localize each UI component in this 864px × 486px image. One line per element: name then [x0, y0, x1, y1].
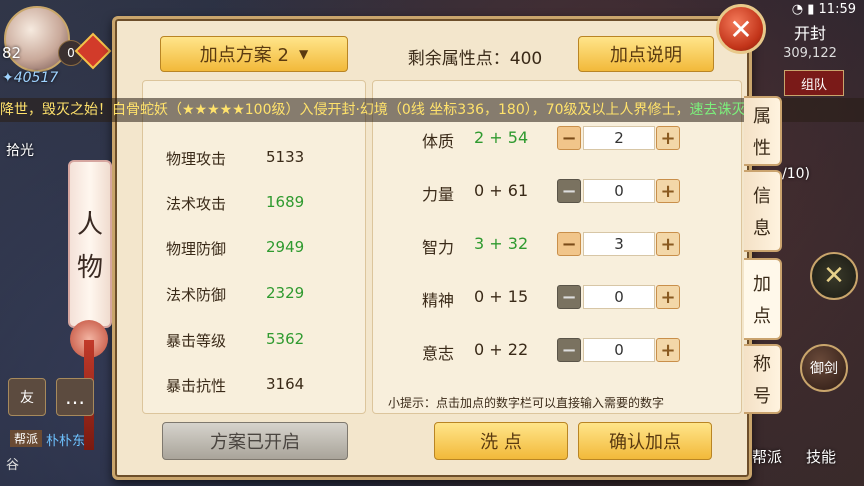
- decrease-button[interactable]: −: [557, 338, 581, 362]
- attribute-row: 意志 0 + 22 − 0 +: [380, 338, 730, 363]
- pick-label[interactable]: 拾光: [6, 140, 34, 160]
- remaining-points: 剩余属性点：400: [380, 44, 570, 69]
- points-input[interactable]: 3: [583, 232, 655, 256]
- stat-value: 2329: [266, 284, 305, 302]
- attribute-sum: 0 + 15: [474, 287, 529, 306]
- tab-char: 性: [753, 138, 771, 159]
- stat-value: 3164: [266, 375, 305, 393]
- stat-value: 2949: [266, 238, 305, 256]
- team-badge[interactable]: 组队: [784, 70, 844, 96]
- status-bar: ◔ ▮ 11:59: [792, 2, 856, 17]
- map-coords: 309,122: [783, 46, 837, 61]
- points-input[interactable]: 0: [583, 285, 655, 309]
- stat-label: 物理防御: [166, 240, 227, 258]
- stat-label: 暴击等级: [166, 332, 227, 350]
- player-avatar[interactable]: [4, 6, 70, 72]
- tab-char: 称: [753, 354, 771, 375]
- chat-icon[interactable]: …: [56, 378, 94, 416]
- quest-progress: /10): [782, 166, 810, 182]
- bottom-left-text: 谷: [6, 458, 20, 473]
- stat-row: 法术攻击 1689: [166, 193, 356, 215]
- wifi-icon: ◔ ▮: [791, 2, 819, 17]
- attribute-name: 精神: [422, 291, 455, 310]
- clock: 11:59: [818, 2, 856, 17]
- points-input[interactable]: 2: [583, 126, 655, 150]
- stat-value: 1689: [266, 193, 305, 211]
- remaining-value: 400: [509, 49, 543, 69]
- attribute-name: 体质: [422, 132, 455, 151]
- tab-char: 息: [753, 218, 771, 239]
- ticker-text: 降世，毁灭之始！白骨蛇妖（★★★★★100级）入侵开封·幻境（0线 坐标336，…: [0, 102, 690, 118]
- tab-char: 属: [753, 106, 771, 127]
- stat-label: 法术攻击: [166, 195, 227, 213]
- attribute-row: 精神 0 + 15 − 0 +: [380, 285, 730, 310]
- cross-swords-icon[interactable]: ✕: [810, 252, 858, 300]
- sword-fly-icon[interactable]: 御剑: [800, 344, 848, 392]
- tab-info[interactable]: 信 息: [744, 170, 782, 252]
- attribute-row: 力量 0 + 61 − 0 +: [380, 179, 730, 204]
- tip-text: 小提示：点击加点的数字栏可以直接输入需要的数字: [388, 396, 665, 410]
- increase-button[interactable]: +: [656, 179, 680, 203]
- attribute-name: 智力: [422, 238, 455, 257]
- tab-char: 点: [753, 306, 771, 327]
- close-icon[interactable]: ✕: [716, 4, 766, 54]
- attribute-sum: 2 + 54: [474, 128, 529, 147]
- guild-tag: 帮派: [10, 430, 43, 447]
- help-button[interactable]: 加点说明: [578, 36, 714, 72]
- decrease-button[interactable]: −: [557, 126, 581, 150]
- stat-value: 5133: [266, 148, 305, 166]
- role-tab-char: 物: [76, 253, 103, 283]
- stat-row: 暴击抗性 3164: [166, 375, 356, 397]
- tab-attributes[interactable]: 属 性: [744, 96, 782, 166]
- attribute-name: 力量: [422, 185, 455, 204]
- attribute-name: 意志: [422, 344, 455, 363]
- increase-button[interactable]: +: [656, 232, 680, 256]
- tab-char: 号: [753, 386, 771, 407]
- tab-char: 加: [753, 274, 771, 295]
- guild-button[interactable]: 帮派: [752, 446, 782, 467]
- attribute-row: 智力 3 + 32 − 3 +: [380, 232, 730, 257]
- sword-fly-label: 御剑: [810, 361, 838, 377]
- increase-button[interactable]: +: [656, 338, 680, 362]
- plan-label: 加点方案 2: [199, 45, 289, 66]
- tab-add-points[interactable]: 加 点: [744, 258, 782, 340]
- announcement-ticker: 降世，毁灭之始！白骨蛇妖（★★★★★100级）入侵开封·幻境（0线 坐标336，…: [0, 98, 864, 122]
- plan-dropdown[interactable]: 加点方案 2 ▼: [160, 36, 348, 72]
- increase-button[interactable]: +: [656, 126, 680, 150]
- decrease-button[interactable]: −: [557, 232, 581, 256]
- attribute-sum: 0 + 22: [474, 340, 529, 359]
- chevron-down-icon: ▼: [298, 47, 309, 61]
- attribute-sum: 3 + 32: [474, 234, 529, 253]
- stat-row: 法术防御 2329: [166, 284, 356, 306]
- tab-char: 信: [753, 186, 771, 207]
- wash-points-button[interactable]: 洗 点: [434, 422, 568, 460]
- player-level: 82: [2, 44, 22, 62]
- stat-value: 5362: [266, 330, 305, 348]
- role-tab-char: 人: [76, 210, 103, 240]
- confirm-points-button[interactable]: 确认加点: [578, 422, 712, 460]
- stat-label: 暴击抗性: [166, 377, 227, 395]
- points-input[interactable]: 0: [583, 179, 655, 203]
- increase-button[interactable]: +: [656, 285, 680, 309]
- decrease-button[interactable]: −: [557, 179, 581, 203]
- stat-label: 物理攻击: [166, 150, 227, 168]
- power-value: 40517: [13, 70, 59, 86]
- remaining-label: 剩余属性点：: [407, 49, 510, 69]
- friend-button[interactable]: 友: [8, 378, 46, 416]
- stat-row: 物理防御 2949: [166, 238, 356, 260]
- role-tab[interactable]: 人 物: [68, 160, 112, 328]
- city-name: 开封: [793, 24, 826, 43]
- tab-title[interactable]: 称 号: [744, 344, 782, 414]
- stat-row: 暴击等级 5362: [166, 330, 356, 352]
- points-input[interactable]: 0: [583, 338, 655, 362]
- stat-row: 物理攻击 5133: [166, 148, 356, 170]
- attribute-row: 体质 2 + 54 − 2 +: [380, 126, 730, 151]
- stat-label: 法术防御: [166, 286, 227, 304]
- attribute-sum: 0 + 61: [474, 181, 529, 200]
- skill-button[interactable]: 技能: [806, 446, 836, 467]
- guild-name: 朴朴东: [46, 434, 86, 449]
- player-power: ✦40517: [2, 70, 59, 86]
- decrease-button[interactable]: −: [557, 285, 581, 309]
- plan-enabled-button[interactable]: 方案已开启: [162, 422, 348, 460]
